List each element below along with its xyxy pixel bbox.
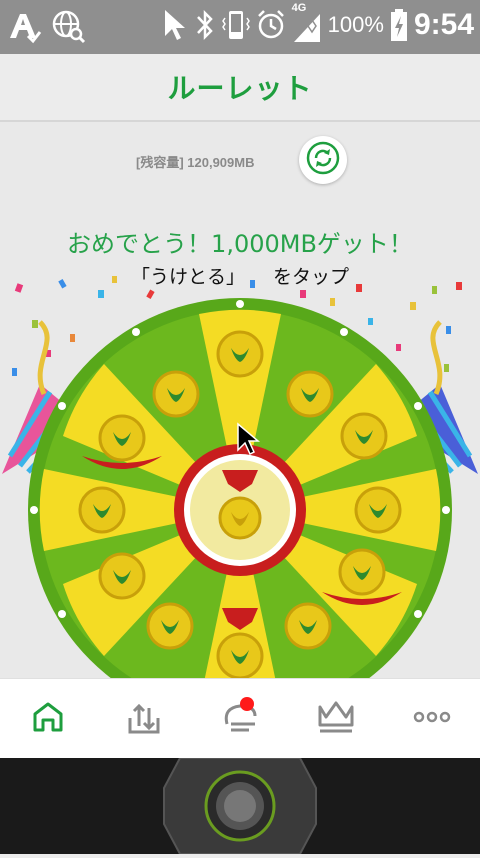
network-type-label: 4G — [291, 2, 307, 14]
nav-chat[interactable] — [210, 689, 270, 749]
phone-vibrate-icon — [221, 8, 250, 42]
clock: 9:54 — [413, 8, 474, 41]
nav-ranking[interactable] — [306, 689, 366, 749]
battery-percent: 100% — [327, 12, 384, 37]
notification-badge — [240, 697, 254, 711]
device-bezel — [0, 757, 480, 855]
upload-tray-icon — [125, 698, 163, 740]
roulette-content: [残容量] 120,909MB おめでとう！1,000MBゲット！ 「うけとる」… — [0, 122, 480, 678]
bottom-nav — [0, 678, 480, 759]
cursor-icon — [162, 8, 188, 42]
mouse-cursor-icon — [237, 422, 260, 456]
nav-more[interactable] — [402, 689, 462, 749]
app-header: ルーレット — [0, 54, 480, 122]
more-icon — [413, 707, 451, 731]
battery-charging-icon — [390, 8, 408, 42]
accessibility-icon — [6, 8, 42, 44]
status-bar: 4G 100% 9:54 — [0, 0, 480, 54]
home-hardware-button[interactable] — [206, 772, 274, 840]
globe-search-icon — [50, 8, 86, 44]
nav-upload[interactable] — [114, 689, 174, 749]
home-icon — [29, 698, 67, 740]
nav-home[interactable] — [18, 689, 78, 749]
alarm-icon — [256, 8, 286, 42]
page-title: ルーレット — [167, 72, 313, 105]
bluetooth-icon — [194, 8, 216, 42]
signal-icon: 4G — [292, 2, 322, 44]
crown-icon — [316, 697, 356, 741]
roulette-wheel — [26, 296, 454, 678]
